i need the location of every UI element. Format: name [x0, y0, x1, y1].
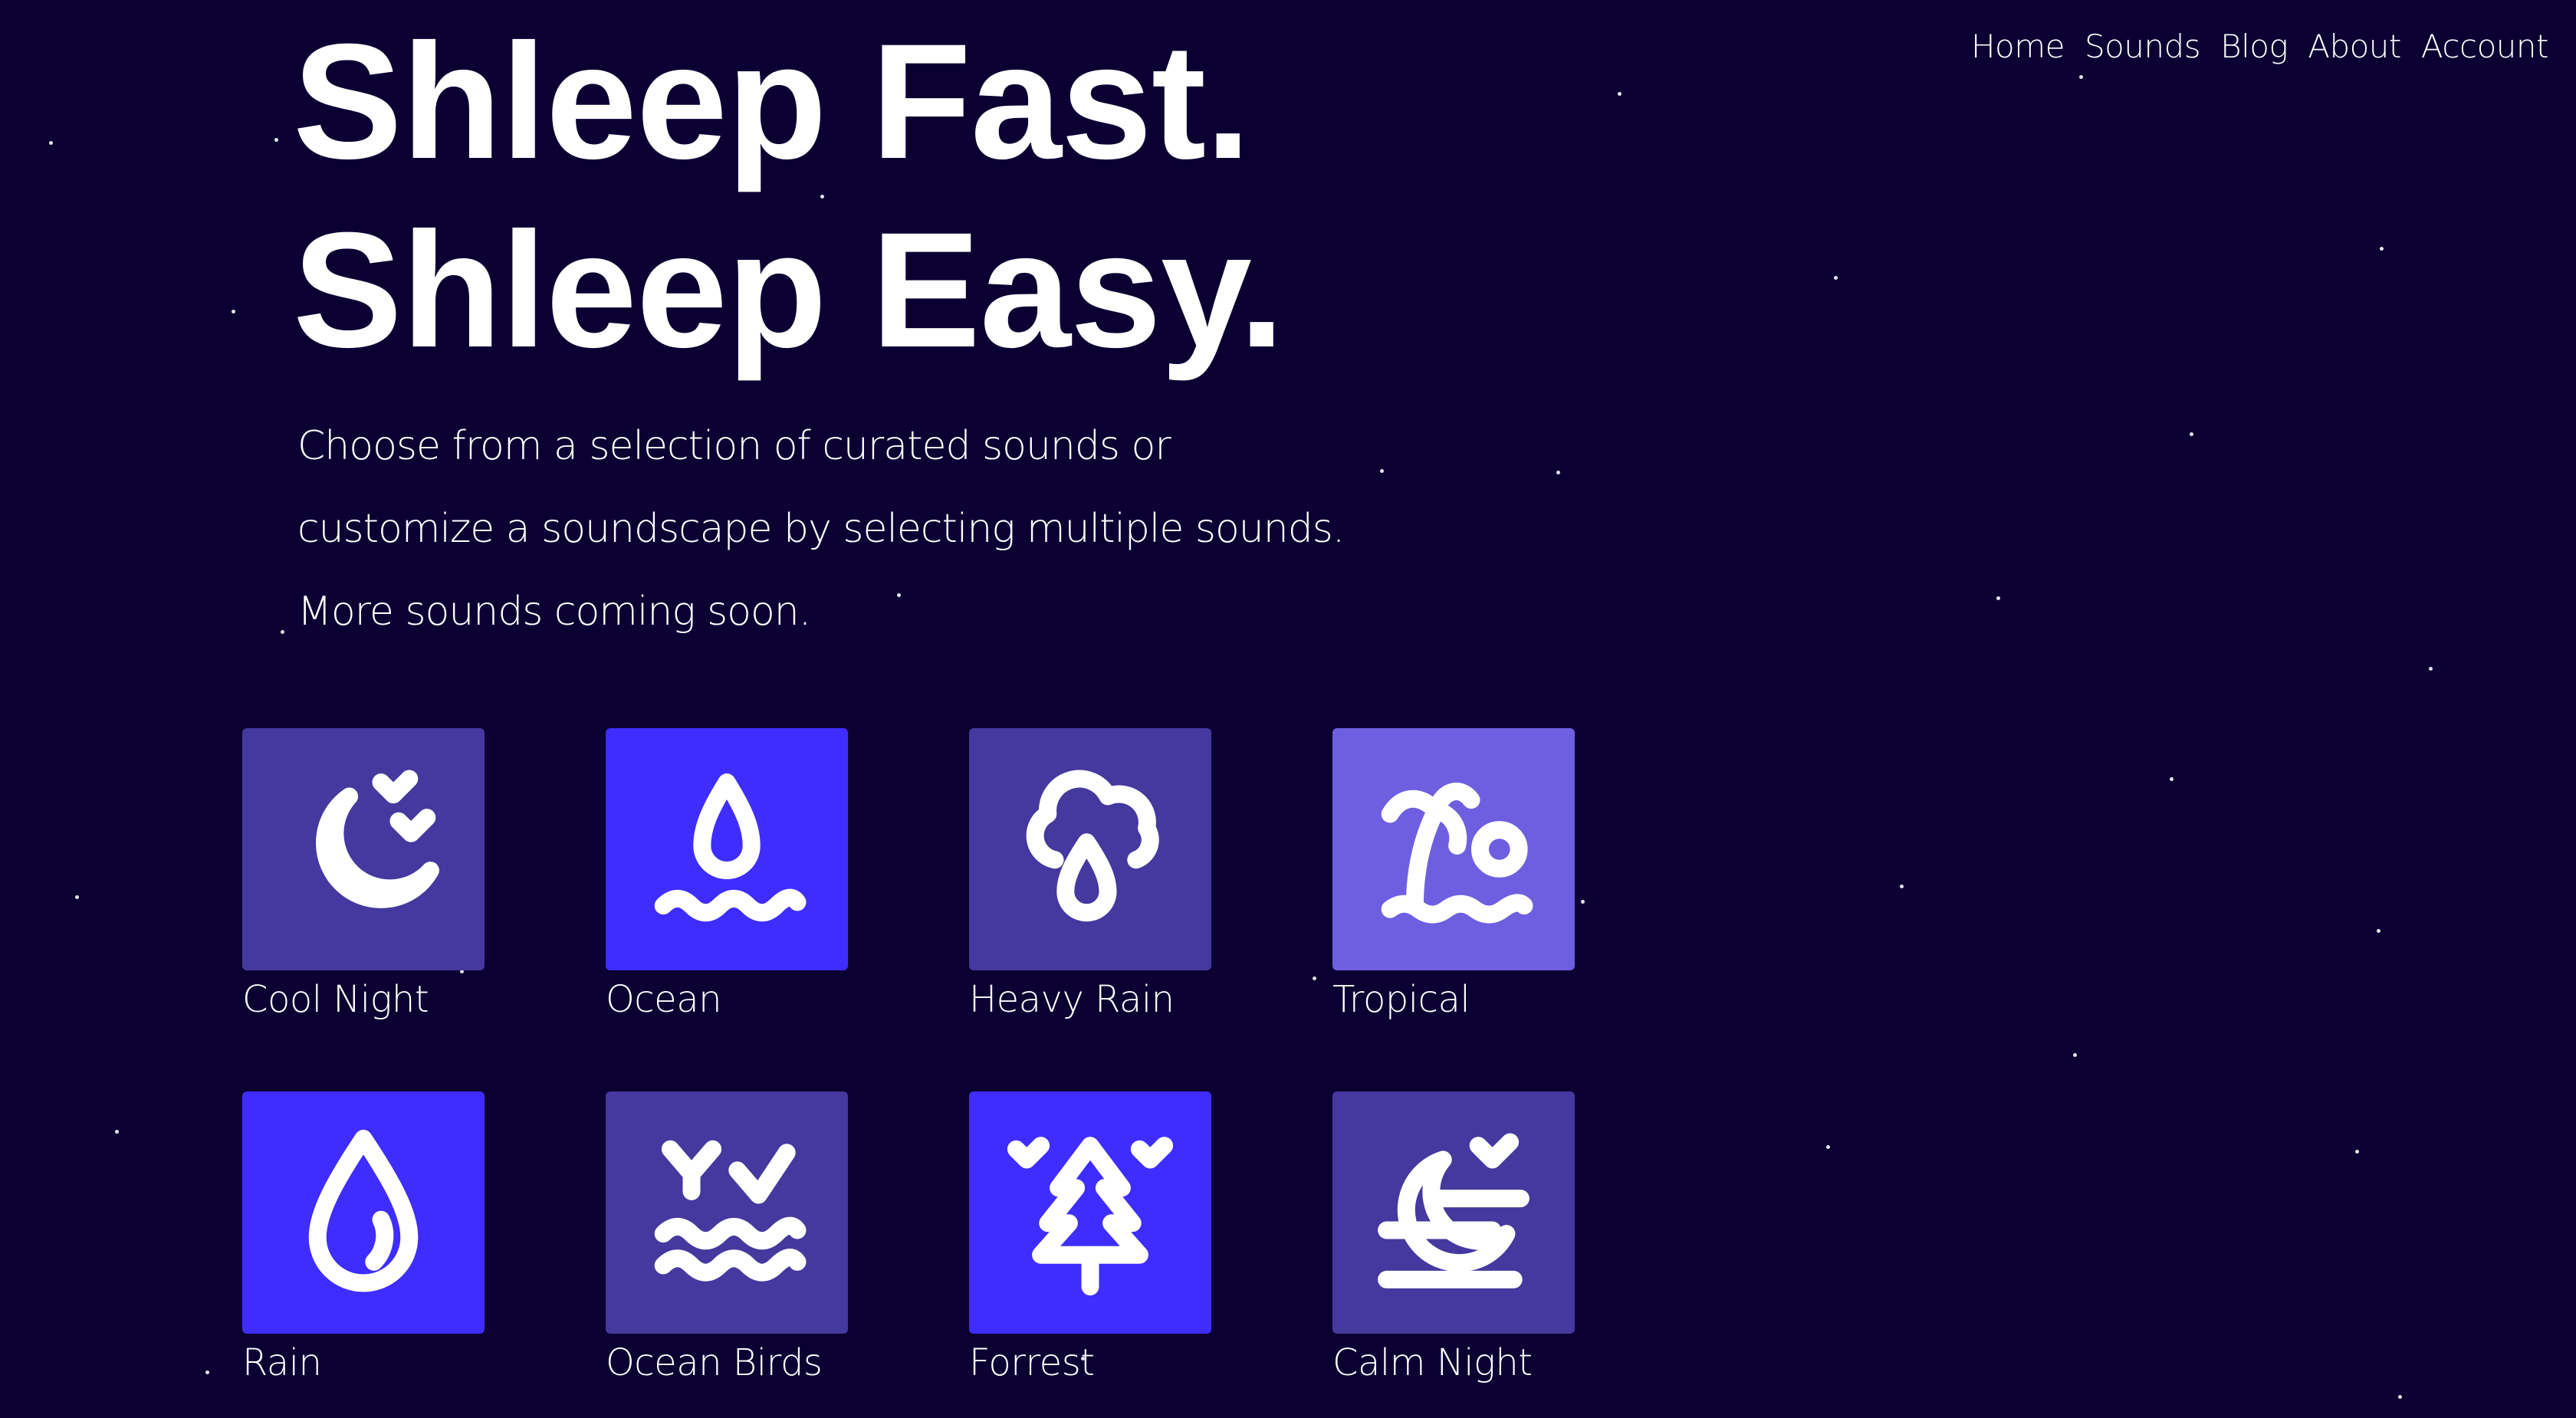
sound-tile[interactable]	[242, 728, 485, 970]
sound-card-forrest[interactable]: Forrest	[969, 1091, 1211, 1418]
moon-clouds-icon	[1378, 1133, 1530, 1288]
sound-label: Rain	[242, 1341, 322, 1384]
page: Home Sounds Blog About Account Shleep Fa…	[0, 0, 2576, 1418]
sound-tile[interactable]	[242, 1091, 485, 1334]
sound-label: Forrest	[969, 1341, 1095, 1384]
moon-birds-icon	[316, 770, 439, 908]
hero-title-line-1: Shleep Fast.	[293, 10, 1251, 193]
hero-title: Shleep Fast. Shleep Easy.	[293, 8, 1284, 385]
star-dot	[1900, 885, 1904, 888]
star-dot	[2398, 1395, 2402, 1399]
sound-tile[interactable]	[1332, 728, 1575, 970]
hero-description-line-1: Choose from a selection of curated sound…	[297, 423, 1171, 469]
sound-label: Heavy Rain	[969, 978, 1175, 1021]
raindrop-icon	[308, 1129, 419, 1292]
sound-label: Ocean Birds	[606, 1341, 823, 1384]
top-nav: Home Sounds Blog About Account	[1971, 28, 2549, 65]
birds-waves-icon	[654, 1140, 807, 1282]
nav-account-link[interactable]: Account	[2421, 28, 2549, 65]
nav-sounds-link[interactable]: Sounds	[2085, 28, 2201, 65]
star-dot	[2429, 667, 2433, 671]
cloud-rain-icon	[1026, 770, 1159, 922]
star-dot	[274, 138, 278, 142]
star-dot	[2355, 1150, 2359, 1154]
star-dot	[1581, 900, 1585, 904]
star-dot	[2073, 1053, 2077, 1057]
sound-label: Ocean	[606, 978, 722, 1021]
hero-description: Choose from a selection of curated sound…	[297, 405, 1345, 653]
nav-home-link[interactable]: Home	[1971, 28, 2065, 65]
star-dot	[2377, 929, 2380, 933]
sound-card-ocean-birds[interactable]: Ocean Birds	[606, 1091, 848, 1418]
sound-label: Tropical	[1332, 978, 1470, 1021]
star-dot	[2170, 777, 2174, 781]
star-dot	[281, 630, 284, 634]
star-dot	[49, 141, 53, 145]
sound-tile[interactable]	[606, 1091, 848, 1334]
pine-tree-birds-icon	[1007, 1137, 1174, 1296]
hero-description-line-3: More sounds coming soon.	[297, 589, 811, 635]
sound-tile[interactable]	[606, 728, 848, 970]
sound-grid: Cool Night Ocean Heavy Rain Tropical Rai…	[242, 728, 1575, 1418]
sound-label: Calm Night	[1332, 1341, 1533, 1384]
sound-card-tropical[interactable]: Tropical	[1332, 728, 1575, 1091]
sound-card-cool-night[interactable]: Cool Night	[242, 728, 485, 1091]
sound-tile[interactable]	[969, 728, 1211, 970]
star-dot	[205, 1370, 209, 1374]
sound-card-rain[interactable]: Rain	[242, 1091, 485, 1418]
hero-description-line-2: customize a soundscape by selecting mult…	[297, 506, 1345, 552]
nav-blog-link[interactable]: Blog	[2220, 28, 2288, 65]
star-dot	[1618, 92, 1622, 96]
star-dot	[115, 1130, 119, 1134]
hero-title-line-2: Shleep Easy.	[293, 199, 1284, 382]
star-dot	[1996, 596, 2000, 600]
star-dot	[2380, 247, 2384, 251]
palm-tree-sun-icon	[1381, 783, 1533, 924]
star-dot	[1834, 276, 1838, 280]
star-dot	[2079, 75, 2083, 79]
sound-tile[interactable]	[969, 1091, 1211, 1334]
star-dot	[1380, 469, 1384, 473]
sound-card-ocean[interactable]: Ocean	[606, 728, 848, 1091]
sound-tile[interactable]	[1332, 1091, 1575, 1334]
sound-label: Cool Night	[242, 978, 429, 1021]
star-dot	[1556, 471, 1560, 474]
star-dot	[232, 310, 235, 313]
sound-card-calm-night[interactable]: Calm Night	[1332, 1091, 1575, 1418]
sound-card-heavy-rain[interactable]: Heavy Rain	[969, 728, 1211, 1091]
nav-about-link[interactable]: About	[2308, 28, 2401, 65]
star-dot	[75, 895, 79, 899]
star-dot	[1826, 1145, 1830, 1149]
star-dot	[2190, 432, 2193, 436]
water-drop-waves-icon	[654, 773, 807, 922]
